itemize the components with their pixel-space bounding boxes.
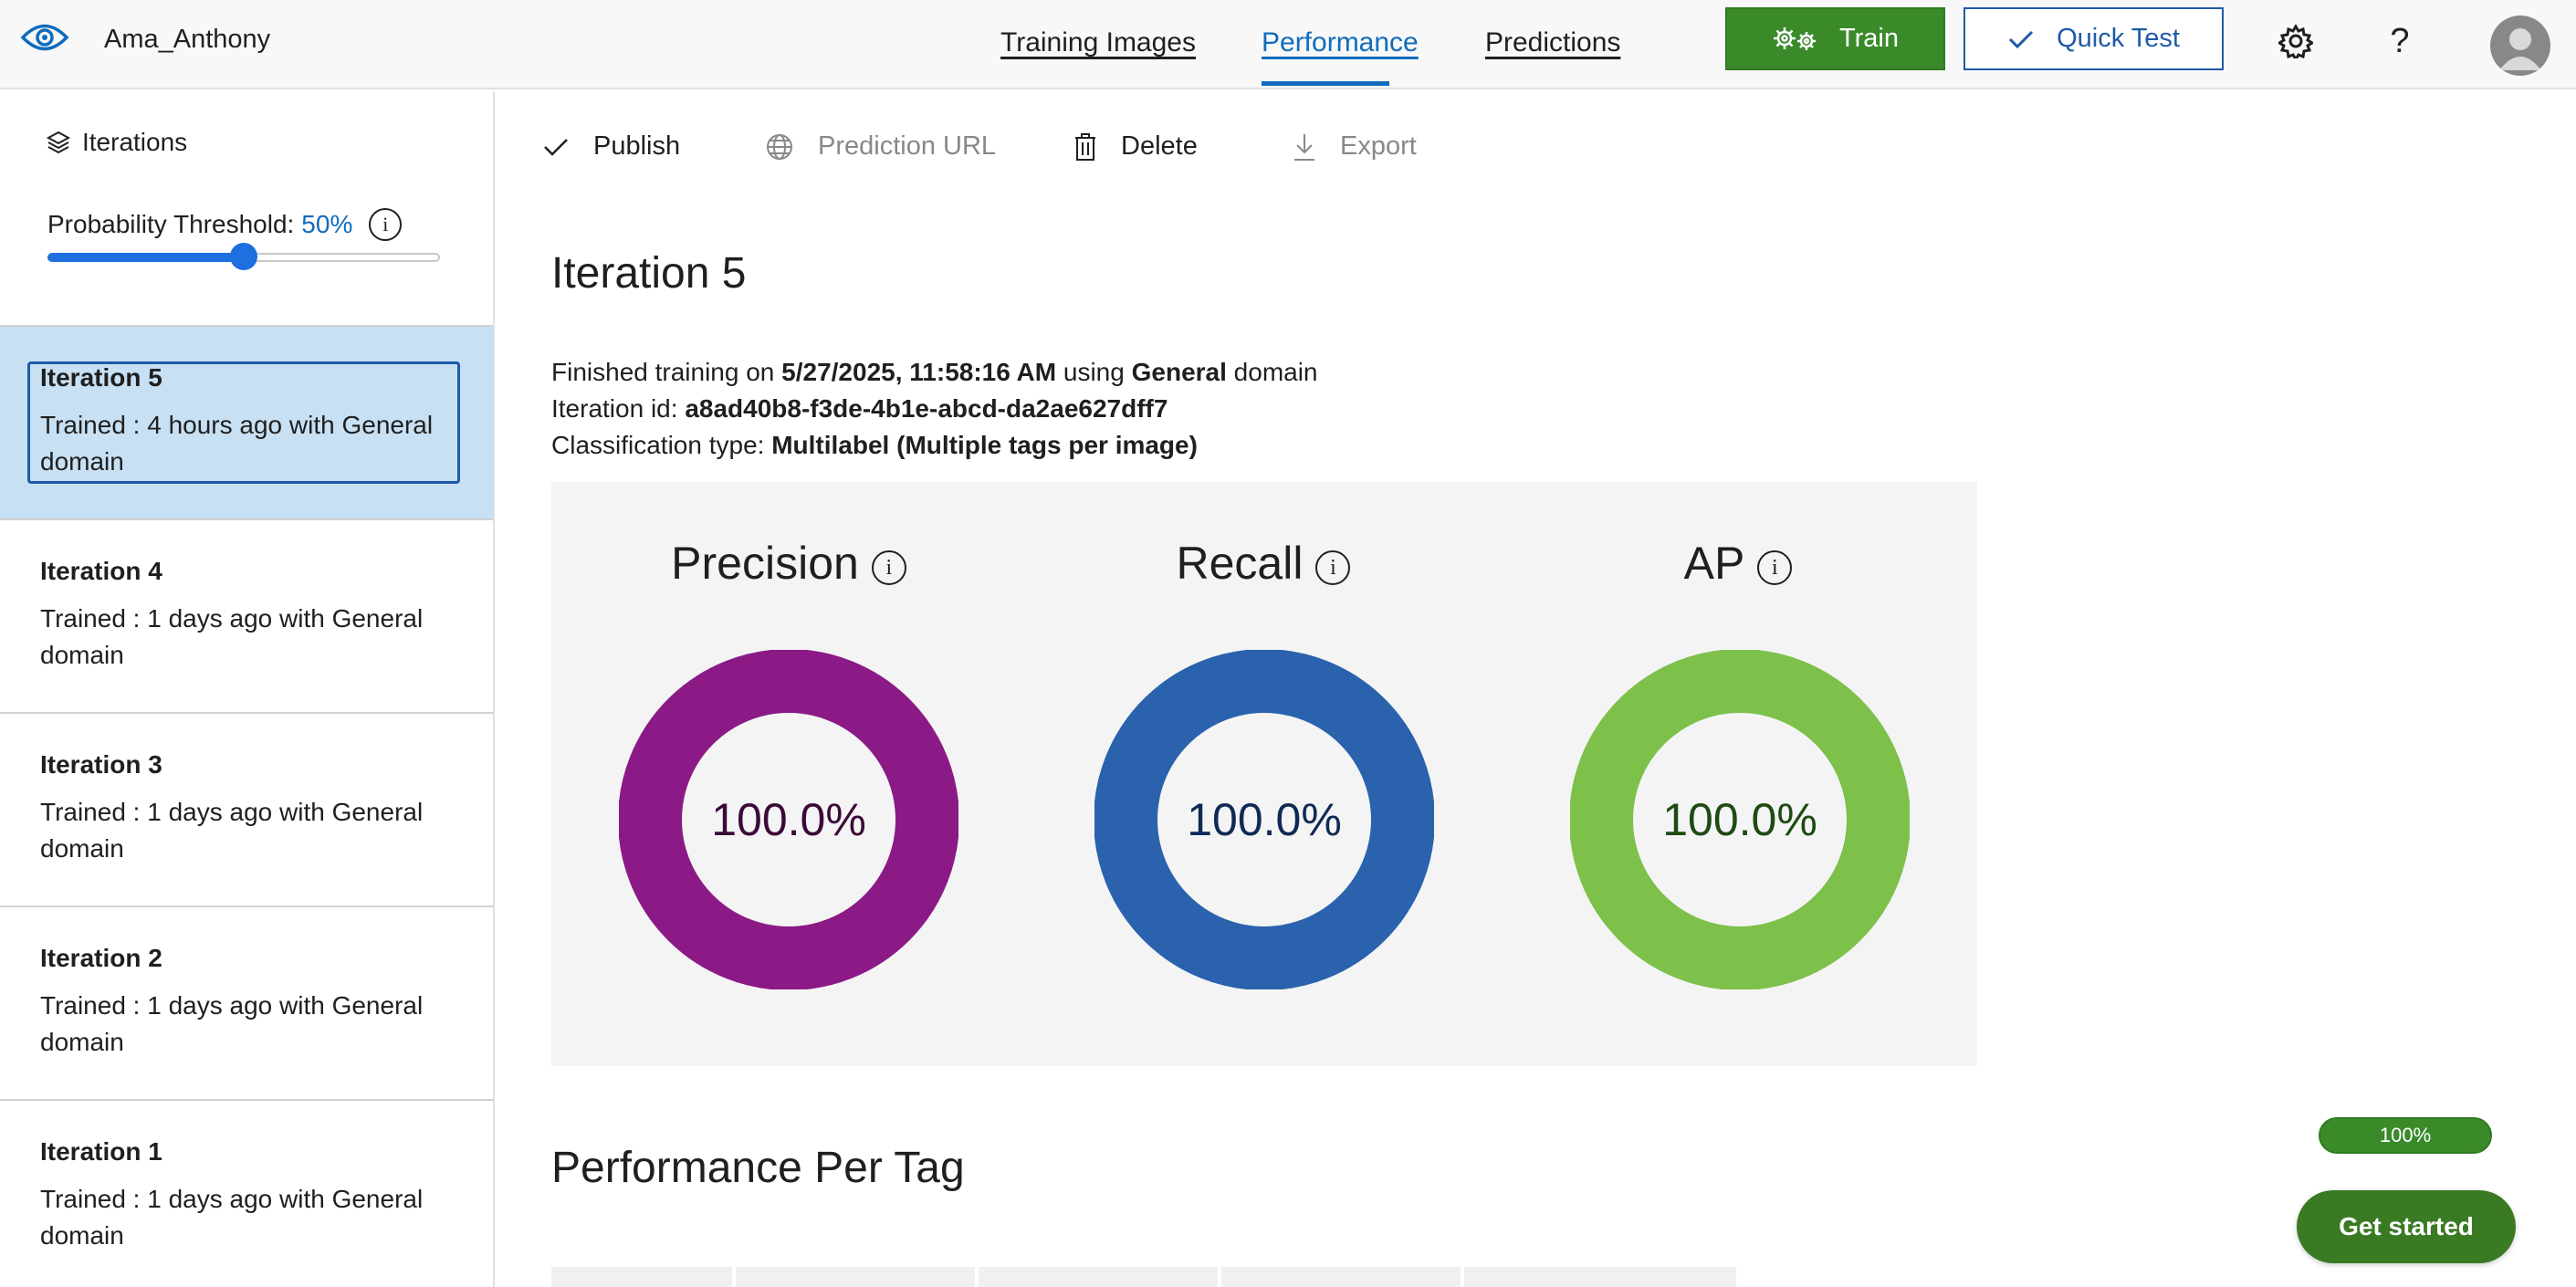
iterations-sidebar: Iterations Probability Threshold: 50% i … bbox=[0, 91, 495, 1287]
prediction-url-label: Prediction URL bbox=[818, 131, 997, 161]
tag-table-header-cell bbox=[1464, 1267, 1736, 1287]
eye-icon[interactable] bbox=[20, 18, 69, 57]
tag-table-header-cell bbox=[736, 1267, 975, 1287]
user-avatar[interactable] bbox=[2490, 16, 2550, 76]
iteration-id-line: Iteration id: a8ad40b8-f3de-4b1e-abcd-da… bbox=[551, 394, 1168, 424]
help-icon[interactable]: ? bbox=[2381, 22, 2419, 60]
recall-value: 100.0% bbox=[1187, 794, 1342, 845]
tag-table-header-cell bbox=[1221, 1267, 1461, 1287]
iterations-header[interactable]: Iterations bbox=[46, 128, 187, 157]
slider-fill bbox=[47, 253, 244, 262]
slider-thumb[interactable] bbox=[230, 243, 257, 270]
export-button[interactable]: Export bbox=[1293, 131, 1417, 162]
iteration-title: Iteration 4 bbox=[40, 557, 162, 585]
iteration-desc: Trained : 1 days ago with General domain bbox=[40, 991, 424, 1056]
threshold-info-icon[interactable]: i bbox=[369, 208, 403, 241]
delete-button[interactable]: Delete bbox=[1073, 131, 1198, 162]
trash-icon bbox=[1075, 132, 1095, 161]
metrics-panel: Precision i 100.0% Recall i 100.0% AP i … bbox=[551, 482, 1977, 1066]
tag-table-header-cell bbox=[979, 1267, 1218, 1287]
recall-label-row: Recall i bbox=[1026, 537, 1501, 590]
globe-icon bbox=[767, 133, 792, 160]
ap-info-icon[interactable]: i bbox=[1757, 550, 1793, 585]
classification-type: Multilabel (Multiple tags per image) bbox=[771, 431, 1198, 459]
probability-threshold: Probability Threshold: 50% i bbox=[47, 208, 403, 241]
performance-per-tag-heading: Performance Per Tag bbox=[551, 1144, 965, 1192]
tag-table-header-cell bbox=[551, 1267, 732, 1287]
export-label: Export bbox=[1340, 131, 1417, 161]
tab-performance[interactable]: Performance bbox=[1262, 27, 1419, 58]
ap-label: AP bbox=[1683, 538, 1745, 589]
finished-suffix: domain bbox=[1226, 358, 1318, 386]
iteration-desc: Trained : 1 days ago with General domain bbox=[40, 798, 424, 863]
threshold-slider[interactable] bbox=[47, 243, 440, 270]
project-name[interactable]: Ama_Anthony bbox=[104, 25, 270, 55]
precision-label: Precision bbox=[671, 538, 859, 589]
threshold-label: Probability Threshold: bbox=[47, 210, 295, 238]
iteration-desc: Trained : 4 hours ago with General domai… bbox=[40, 411, 434, 476]
iteration-item-1[interactable]: Iteration 1 Trained : 1 days ago with Ge… bbox=[0, 1101, 493, 1287]
iteration-desc: Trained : 1 days ago with General domain bbox=[40, 604, 424, 669]
tab-training-images[interactable]: Training Images bbox=[1000, 27, 1196, 58]
quick-test-button[interactable]: Quick Test bbox=[1963, 7, 2224, 70]
finished-prefix: Finished training on bbox=[551, 358, 782, 386]
precision-metric: Precision i 100.0% bbox=[551, 482, 1026, 1066]
publish-button[interactable]: Publish bbox=[542, 131, 680, 162]
prediction-url-button[interactable]: Prediction URL bbox=[765, 131, 996, 162]
download-icon bbox=[1294, 133, 1314, 161]
classification-type-line: Classification type: Multilabel (Multipl… bbox=[551, 431, 1198, 460]
top-header: Ama_Anthony Training Images Performance … bbox=[0, 0, 2576, 89]
iteration-item-3[interactable]: Iteration 3 Trained : 1 days ago with Ge… bbox=[0, 714, 493, 907]
quick-test-label: Quick Test bbox=[2057, 24, 2180, 53]
get-started-button[interactable]: Get started bbox=[2297, 1190, 2516, 1263]
precision-value: 100.0% bbox=[711, 794, 866, 845]
finished-mid: using bbox=[1056, 358, 1132, 386]
iteration-title: Iteration 5 bbox=[40, 363, 162, 392]
iteration-heading: Iteration 5 bbox=[551, 249, 747, 298]
ap-metric: AP i 100.0% bbox=[1501, 482, 1975, 1066]
finished-domain: General bbox=[1131, 358, 1227, 386]
layers-icon bbox=[46, 131, 71, 154]
gears-icon bbox=[1774, 26, 1816, 50]
training-finished-line: Finished training on 5/27/2025, 11:58:16… bbox=[551, 358, 1318, 387]
iteration-item-2[interactable]: Iteration 2 Trained : 1 days ago with Ge… bbox=[0, 907, 493, 1101]
iteration-desc: Trained : 1 days ago with General domain bbox=[40, 1185, 424, 1250]
id-prefix: Iteration id: bbox=[551, 394, 686, 423]
recall-label: Recall bbox=[1176, 538, 1304, 589]
recall-info-icon[interactable]: i bbox=[1315, 550, 1351, 585]
ap-label-row: AP i bbox=[1501, 537, 1975, 590]
precision-info-icon[interactable]: i bbox=[871, 550, 906, 585]
class-prefix: Classification type: bbox=[551, 431, 772, 459]
tab-predictions[interactable]: Predictions bbox=[1485, 27, 1620, 58]
publish-label: Publish bbox=[593, 131, 681, 161]
iteration-title: Iteration 3 bbox=[40, 750, 162, 779]
iteration-item-5[interactable]: Iteration 5 Trained : 4 hours ago with G… bbox=[0, 327, 493, 520]
checkmark-icon bbox=[2009, 30, 2034, 48]
checkmark-icon bbox=[544, 138, 568, 156]
iteration-title: Iteration 2 bbox=[40, 944, 162, 972]
threshold-value: 50% bbox=[301, 210, 353, 238]
delete-label: Delete bbox=[1121, 131, 1198, 161]
iteration-item-4[interactable]: Iteration 4 Trained : 1 days ago with Ge… bbox=[0, 520, 493, 714]
iterations-heading: Iterations bbox=[82, 128, 188, 156]
train-label: Train bbox=[1839, 24, 1899, 53]
ap-value: 100.0% bbox=[1662, 794, 1817, 845]
iteration-title: Iteration 1 bbox=[40, 1137, 162, 1166]
settings-gear-icon[interactable] bbox=[2277, 22, 2315, 60]
recall-metric: Recall i 100.0% bbox=[1026, 482, 1501, 1066]
finished-date: 5/27/2025, 11:58:16 AM bbox=[781, 358, 1057, 386]
active-tab-indicator bbox=[1262, 81, 1389, 86]
progress-badge: 100% bbox=[2319, 1117, 2492, 1154]
train-button[interactable]: Train bbox=[1725, 7, 1945, 70]
precision-label-row: Precision i bbox=[551, 537, 1026, 590]
iteration-id: a8ad40b8-f3de-4b1e-abcd-da2ae627dff7 bbox=[685, 394, 1168, 423]
